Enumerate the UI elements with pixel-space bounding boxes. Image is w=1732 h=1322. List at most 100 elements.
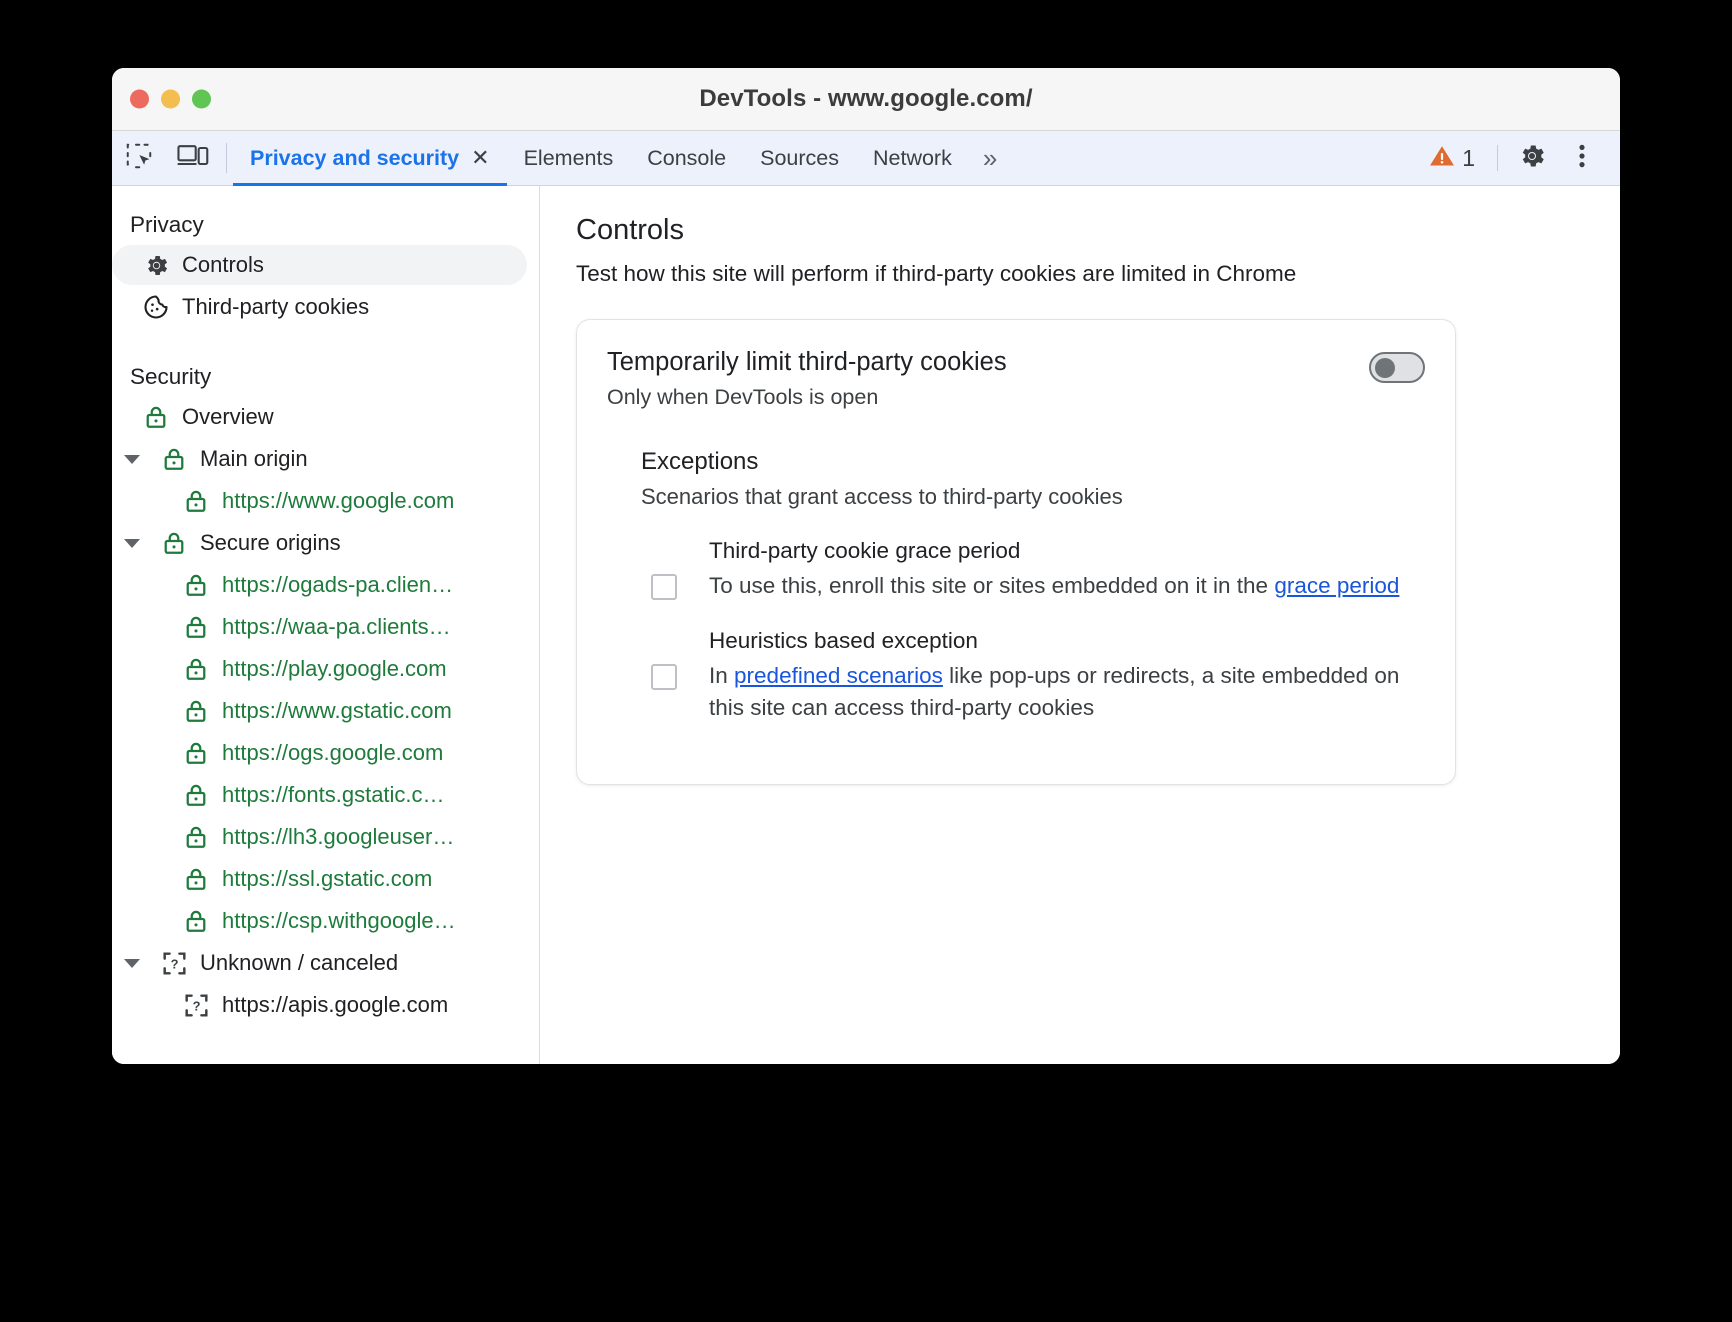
sidebar-group-security-header: Security bbox=[130, 364, 212, 389]
inspect-element-icon bbox=[124, 141, 154, 176]
devtools-window: DevTools - www.google.com/ Privacy and s… bbox=[112, 68, 1620, 1064]
sidebar-item-origin[interactable]: https://play.google.com bbox=[112, 648, 539, 690]
tab-label: Privacy and security bbox=[250, 145, 460, 170]
sidebar-item-label: Main origin bbox=[200, 446, 308, 471]
exception-description: To use this, enroll this site or sites e… bbox=[709, 570, 1399, 602]
sidebar-item-label: https://waa-pa.clients… bbox=[222, 614, 451, 639]
sidebar-item-controls[interactable]: Controls bbox=[112, 244, 539, 286]
sidebar-item-label: https://apis.google.com bbox=[222, 992, 449, 1017]
card-header: Temporarily limit third-party cookies On… bbox=[607, 348, 1425, 410]
limit-third-party-cookies-card: Temporarily limit third-party cookies On… bbox=[576, 319, 1456, 785]
close-icon[interactable]: ✕ bbox=[471, 147, 489, 169]
settings-button[interactable] bbox=[1508, 134, 1556, 182]
sidebar-item-origin[interactable]: https://ogads-pa.clien… bbox=[112, 564, 539, 606]
tab-privacy-and-security[interactable]: Privacy and security ✕ bbox=[233, 131, 507, 186]
lock-icon bbox=[174, 824, 218, 850]
sidebar-item-origin[interactable]: https://csp.withgoogle… bbox=[112, 900, 539, 942]
sidebar-item-label: Overview bbox=[182, 404, 274, 429]
grace-period-link[interactable]: grace period bbox=[1274, 573, 1399, 598]
sidebar-item-origin[interactable]: https://waa-pa.clients… bbox=[112, 606, 539, 648]
exception-title: Third-party cookie grace period bbox=[709, 538, 1021, 563]
exceptions-title: Exceptions bbox=[641, 448, 759, 475]
device-toolbar-button[interactable] bbox=[166, 131, 220, 185]
toolbar-divider bbox=[226, 143, 227, 173]
lock-icon bbox=[174, 656, 218, 682]
tab-network[interactable]: Network bbox=[856, 131, 969, 185]
sidebar-item-label: https://ssl.gstatic.com bbox=[222, 866, 433, 891]
sidebar-item-origin[interactable]: https://ogs.google.com bbox=[112, 732, 539, 774]
more-tabs-button[interactable]: » bbox=[969, 131, 1009, 185]
controls-panel: Controls Test how this site will perform… bbox=[540, 186, 1620, 1064]
page-title: Controls bbox=[576, 214, 684, 246]
svg-text:?: ? bbox=[192, 998, 200, 1013]
warning-triangle-icon bbox=[1429, 144, 1455, 173]
sidebar-item-origin[interactable]: https://www.gstatic.com bbox=[112, 690, 539, 732]
toolbar-divider bbox=[1497, 145, 1498, 171]
tabstrip-actions: 1 bbox=[1417, 131, 1620, 185]
sidebar-item-overview[interactable]: Overview bbox=[112, 396, 539, 438]
privacy-security-sidebar[interactable]: Privacy Controls Third-party cookies Sec… bbox=[112, 186, 540, 1064]
sidebar-item-label: Secure origins bbox=[200, 530, 341, 555]
sidebar-item-origin[interactable]: https://fonts.gstatic.c… bbox=[112, 774, 539, 816]
lock-icon bbox=[174, 614, 218, 640]
sidebar-item-label: https://ogs.google.com bbox=[222, 740, 444, 765]
unknown-square-icon: ? bbox=[152, 950, 196, 977]
chevron-down-icon[interactable] bbox=[112, 958, 152, 968]
svg-text:?: ? bbox=[170, 956, 178, 971]
close-window-button[interactable] bbox=[130, 89, 149, 109]
sidebar-item-origin[interactable]: https://ssl.gstatic.com bbox=[112, 858, 539, 900]
sidebar-item-label: Unknown / canceled bbox=[200, 950, 399, 975]
lock-icon bbox=[174, 908, 218, 934]
exception-description-text: To use this, enroll this site or sites e… bbox=[709, 573, 1275, 598]
vertical-dots-icon bbox=[1569, 142, 1595, 175]
window-title: DevTools - www.google.com/ bbox=[699, 85, 1033, 112]
lock-icon bbox=[174, 740, 218, 766]
sidebar-item-label: https://play.google.com bbox=[222, 656, 447, 681]
sidebar-item-third-party-cookies[interactable]: Third-party cookies bbox=[112, 286, 539, 328]
lock-icon bbox=[174, 866, 218, 892]
sidebar-item-origin[interactable]: ? https://apis.google.com bbox=[112, 984, 539, 1026]
page-subtitle: Test how this site will perform if third… bbox=[576, 261, 1297, 286]
sidebar-item-unknown-canceled[interactable]: ? Unknown / canceled bbox=[112, 942, 539, 984]
chevron-down-icon[interactable] bbox=[112, 538, 152, 548]
grace-period-checkbox[interactable] bbox=[651, 574, 677, 600]
tab-elements[interactable]: Elements bbox=[507, 131, 631, 185]
sidebar-item-main-origin[interactable]: Main origin bbox=[112, 438, 539, 480]
chevron-down-icon[interactable] bbox=[112, 454, 152, 464]
sidebar-item-secure-origins[interactable]: Secure origins bbox=[112, 522, 539, 564]
gear-icon bbox=[134, 252, 178, 279]
tab-label: Elements bbox=[523, 145, 614, 170]
lock-icon bbox=[174, 572, 218, 598]
window-titlebar: DevTools - www.google.com/ bbox=[112, 68, 1620, 131]
tab-sources[interactable]: Sources bbox=[743, 131, 856, 185]
toggle-knob bbox=[1375, 357, 1395, 378]
heuristics-checkbox[interactable] bbox=[651, 663, 677, 690]
lock-icon bbox=[174, 488, 218, 514]
maximize-window-button[interactable] bbox=[192, 89, 211, 109]
exceptions-section: Exceptions Scenarios that grant access t… bbox=[641, 448, 1425, 724]
sidebar-item-label: https://www.google.com bbox=[222, 488, 455, 513]
lock-icon bbox=[174, 782, 218, 808]
exceptions-subtitle: Scenarios that grant access to third-par… bbox=[641, 484, 1123, 509]
tab-console[interactable]: Console bbox=[630, 131, 743, 185]
cookie-icon bbox=[134, 293, 178, 321]
device-toolbar-icon bbox=[177, 142, 209, 175]
more-options-button[interactable] bbox=[1558, 134, 1606, 182]
gear-icon bbox=[1517, 141, 1547, 176]
sidebar-item-label: Third-party cookies bbox=[182, 294, 370, 319]
warning-indicator[interactable]: 1 bbox=[1417, 144, 1487, 173]
unknown-square-icon: ? bbox=[174, 992, 218, 1019]
minimize-window-button[interactable] bbox=[161, 89, 180, 109]
sidebar-item-label: Controls bbox=[182, 252, 264, 277]
exception-description: In predefined scenarios like pop-ups or … bbox=[709, 660, 1425, 724]
sidebar-group-privacy-header: Privacy bbox=[130, 212, 204, 237]
devtools-tabstrip: Privacy and security ✕ Elements Console … bbox=[112, 131, 1620, 186]
sidebar-item-origin[interactable]: https://www.google.com bbox=[112, 480, 539, 522]
exception-title: Heuristics based exception bbox=[709, 627, 978, 653]
sidebar-item-origin[interactable]: https://lh3.googleuser… bbox=[112, 816, 539, 858]
predefined-scenarios-link[interactable]: predefined scenarios bbox=[734, 663, 943, 688]
inspect-element-button[interactable] bbox=[112, 131, 166, 185]
tab-label: Network bbox=[872, 145, 952, 170]
exception-grace-period: Third-party cookie grace period To use t… bbox=[641, 538, 1425, 602]
limit-third-party-cookies-toggle[interactable] bbox=[1369, 352, 1425, 383]
